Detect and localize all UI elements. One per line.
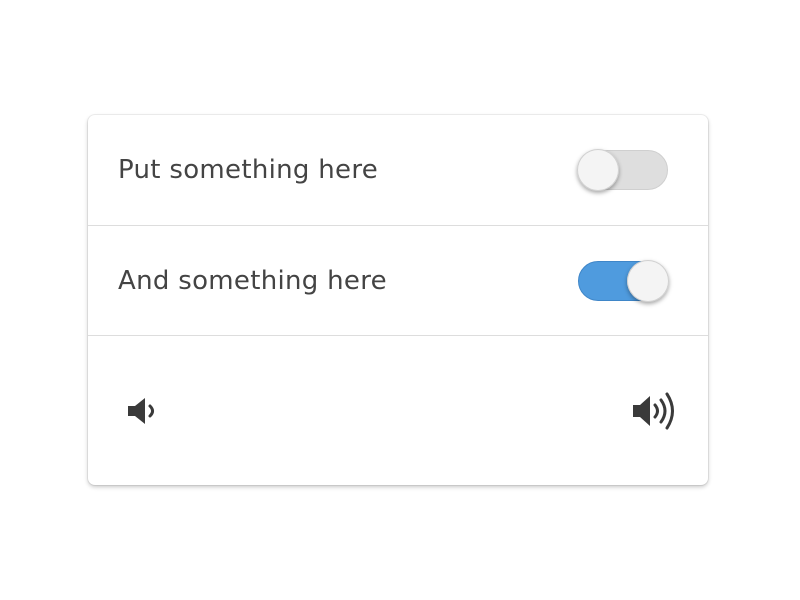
settings-card: Put something here And something here [88,115,708,485]
setting-label-2: And something here [118,265,387,296]
settings-row-1: Put something here [88,115,708,226]
volume-row [88,336,708,485]
toggle-knob [577,149,619,191]
toggle-switch-1[interactable] [577,149,668,191]
setting-label-1: Put something here [118,155,379,185]
speaker-high-icon[interactable] [631,390,681,432]
settings-row-2: And something here [88,226,708,336]
toggle-switch-2[interactable] [578,259,669,302]
speaker-low-icon[interactable] [126,396,160,426]
toggle-knob [627,259,669,302]
